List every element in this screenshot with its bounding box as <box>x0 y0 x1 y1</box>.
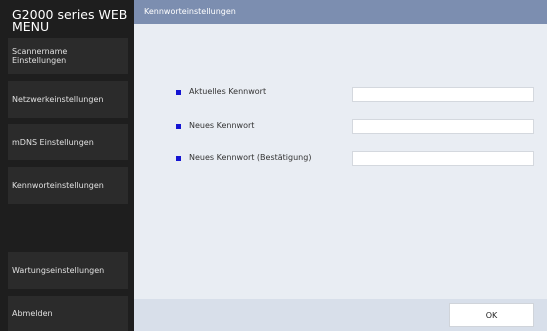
page-header: Kennworteinstellungen <box>134 0 547 24</box>
sidebar-item-password[interactable]: Kennworteinstellungen <box>8 167 128 204</box>
bullet-icon <box>176 90 181 95</box>
confirm-password-input[interactable] <box>352 151 534 166</box>
sidebar: G2000 series WEB MENU Scannername Einste… <box>0 0 134 331</box>
sidebar-item-network[interactable]: Netzwerkeinstellungen <box>8 81 128 118</box>
bullet-icon <box>176 156 181 161</box>
sidebar-item-label: Scannername Einstellungen <box>12 47 68 65</box>
new-password-label: Neues Kennwort <box>189 121 255 130</box>
page-title: Kennworteinstellungen <box>144 7 236 16</box>
current-password-input[interactable] <box>352 87 534 102</box>
sidebar-item-mdns[interactable]: mDNS Einstellungen <box>8 124 128 160</box>
sidebar-item-logout[interactable]: Abmelden <box>8 296 128 331</box>
current-password-label: Aktuelles Kennwort <box>189 87 267 96</box>
confirm-password-label: Neues Kennwort (Bestätigung) <box>189 153 312 162</box>
sidebar-item-label: mDNS Einstellungen <box>12 137 94 147</box>
app-title: G2000 series WEB MENU <box>12 7 128 34</box>
sidebar-item-maintenance[interactable]: Wartungseinstellungen <box>8 252 128 289</box>
sidebar-item-label: Wartungseinstellungen <box>12 266 105 275</box>
bullet-icon <box>176 124 181 129</box>
sidebar-item-label: Netzwerkeinstellungen <box>12 95 104 104</box>
new-password-input[interactable] <box>352 119 534 134</box>
sidebar-item-label: Abmelden <box>12 309 53 318</box>
sidebar-item-scanner-name[interactable]: Scannername Einstellungen <box>8 38 128 74</box>
sidebar-item-label: Kennworteinstellungen <box>12 181 104 190</box>
ok-button[interactable]: OK <box>449 303 534 327</box>
